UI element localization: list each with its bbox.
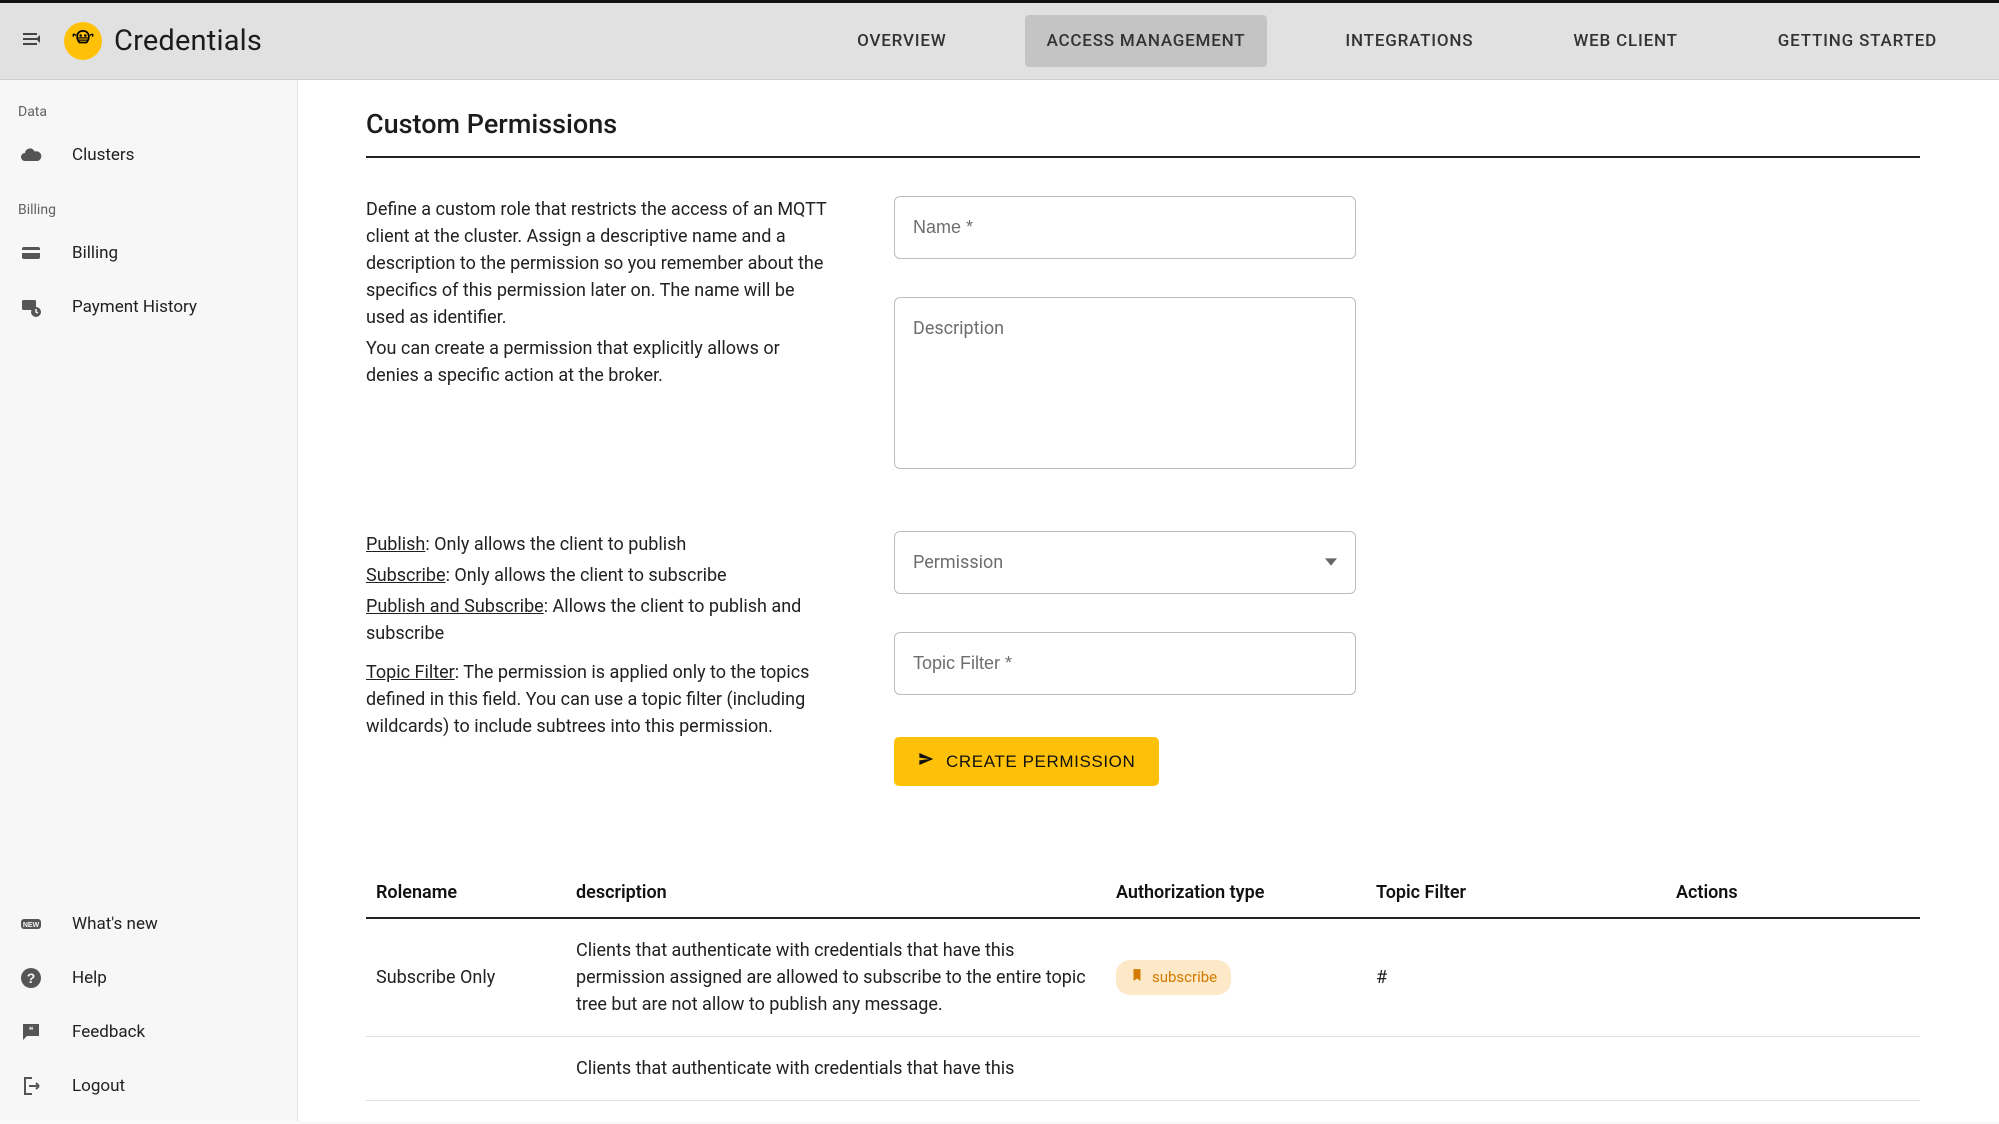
sidebar-section-billing: Billing	[0, 188, 297, 226]
tab-web-client[interactable]: WEB CLIENT	[1551, 15, 1699, 67]
explain-topic-head: Topic Filter	[366, 662, 455, 683]
th-rolename[interactable]: Rolename	[366, 868, 566, 918]
cell-topic-filter: #	[1366, 918, 1666, 1037]
sidebar-item-billing[interactable]: Billing	[0, 226, 297, 280]
auth-chip-label: subscribe	[1152, 966, 1217, 989]
feedback-icon: ❝	[18, 1019, 44, 1045]
cell-rolename	[366, 1037, 566, 1101]
intro-paragraph-1: Define a custom role that restricts the …	[366, 196, 834, 331]
section-title: Custom Permissions	[366, 88, 1920, 158]
sidebar-item-label: Billing	[72, 243, 118, 263]
cloud-icon	[18, 142, 44, 168]
explain-subscribe-head: Subscribe	[366, 565, 446, 586]
permission-type-label: Permission	[913, 552, 1003, 573]
tab-overview[interactable]: OVERVIEW	[835, 15, 968, 67]
tab-access-management[interactable]: ACCESS MANAGEMENT	[1025, 15, 1268, 67]
intro-paragraph-2: You can create a permission that explici…	[366, 335, 834, 389]
sidebar-item-payment-history[interactable]: Payment History	[0, 280, 297, 334]
sidebar-item-feedback[interactable]: ❝ Feedback	[0, 1005, 297, 1059]
sidebar-item-label: What's new	[72, 914, 158, 934]
th-auth-type[interactable]: Authorization type	[1106, 868, 1366, 918]
explain-subscribe-tail: : Only allows the client to subscribe	[446, 565, 727, 586]
sidebar-item-label: Feedback	[72, 1022, 145, 1042]
table-row: Clients that authenticate with credentia…	[366, 1037, 1920, 1101]
main-content: Custom Permissions Define a custom role …	[298, 80, 1999, 1121]
permission-description-input[interactable]	[894, 297, 1356, 469]
svg-text:NEW: NEW	[23, 922, 40, 929]
app-logo	[64, 22, 102, 60]
svg-text:?: ?	[27, 970, 36, 986]
sidebar-item-whats-new[interactable]: NEW What's new	[0, 897, 297, 951]
sidebar-item-help[interactable]: ? Help	[0, 951, 297, 1005]
page-title: Credentials	[114, 24, 262, 58]
cell-topic-filter	[1366, 1037, 1666, 1101]
th-topic-filter[interactable]: Topic Filter	[1366, 868, 1666, 918]
create-permission-label: CREATE PERMISSION	[946, 752, 1135, 772]
permission-name-input[interactable]	[894, 196, 1356, 259]
th-description[interactable]: description	[566, 868, 1106, 918]
cell-actions	[1666, 918, 1920, 1037]
cell-description: Clients that authenticate with credentia…	[566, 1037, 1106, 1101]
credit-card-icon	[18, 240, 44, 266]
help-icon: ?	[18, 965, 44, 991]
auth-chip-subscribe: subscribe	[1116, 960, 1231, 995]
bookmark-icon	[1130, 966, 1144, 989]
th-actions[interactable]: Actions	[1666, 868, 1920, 918]
tab-getting-started[interactable]: GETTING STARTED	[1756, 15, 1959, 67]
explain-publish-tail: : Only allows the client to publish	[425, 534, 686, 555]
sidebar-item-label: Logout	[72, 1076, 125, 1096]
cell-actions	[1666, 1037, 1920, 1101]
explain-both-head: Publish and Subscribe	[366, 596, 544, 617]
header-bar: Credentials OVERVIEW ACCESS MANAGEMENT I…	[0, 3, 1999, 80]
sidebar: Data Clusters Billing Billing Payment Hi…	[0, 80, 298, 1121]
sidebar-item-label: Clusters	[72, 145, 134, 165]
table-header-row: Rolename description Authorization type …	[366, 868, 1920, 918]
sidebar-section-data: Data	[0, 90, 297, 128]
chevron-down-icon	[1325, 552, 1337, 573]
sidebar-item-logout[interactable]: Logout	[0, 1059, 297, 1113]
bee-logo-icon	[69, 25, 97, 57]
permission-type-select[interactable]: Permission	[894, 531, 1356, 594]
new-badge-icon: NEW	[18, 911, 44, 937]
tab-integrations[interactable]: INTEGRATIONS	[1323, 15, 1495, 67]
sidebar-toggle[interactable]	[14, 23, 50, 59]
menu-collapse-icon	[20, 27, 44, 55]
cell-auth-type	[1106, 1037, 1366, 1101]
cell-description: Clients that authenticate with credentia…	[566, 918, 1106, 1037]
topic-filter-input[interactable]	[894, 632, 1356, 695]
sidebar-item-label: Help	[72, 968, 107, 988]
permissions-table: Rolename description Authorization type …	[366, 868, 1920, 1101]
paper-plane-icon	[918, 751, 934, 772]
sidebar-item-label: Payment History	[72, 297, 197, 317]
payment-history-icon	[18, 294, 44, 320]
svg-text:❝: ❝	[29, 1026, 34, 1036]
logout-icon	[18, 1073, 44, 1099]
cell-auth-type: subscribe	[1106, 918, 1366, 1037]
create-permission-button[interactable]: CREATE PERMISSION	[894, 737, 1159, 786]
cell-rolename: Subscribe Only	[366, 918, 566, 1037]
table-row: Subscribe Only Clients that authenticate…	[366, 918, 1920, 1037]
top-tabs: OVERVIEW ACCESS MANAGEMENT INTEGRATIONS …	[835, 15, 1989, 67]
sidebar-item-clusters[interactable]: Clusters	[0, 128, 297, 182]
explain-publish-head: Publish	[366, 534, 425, 555]
